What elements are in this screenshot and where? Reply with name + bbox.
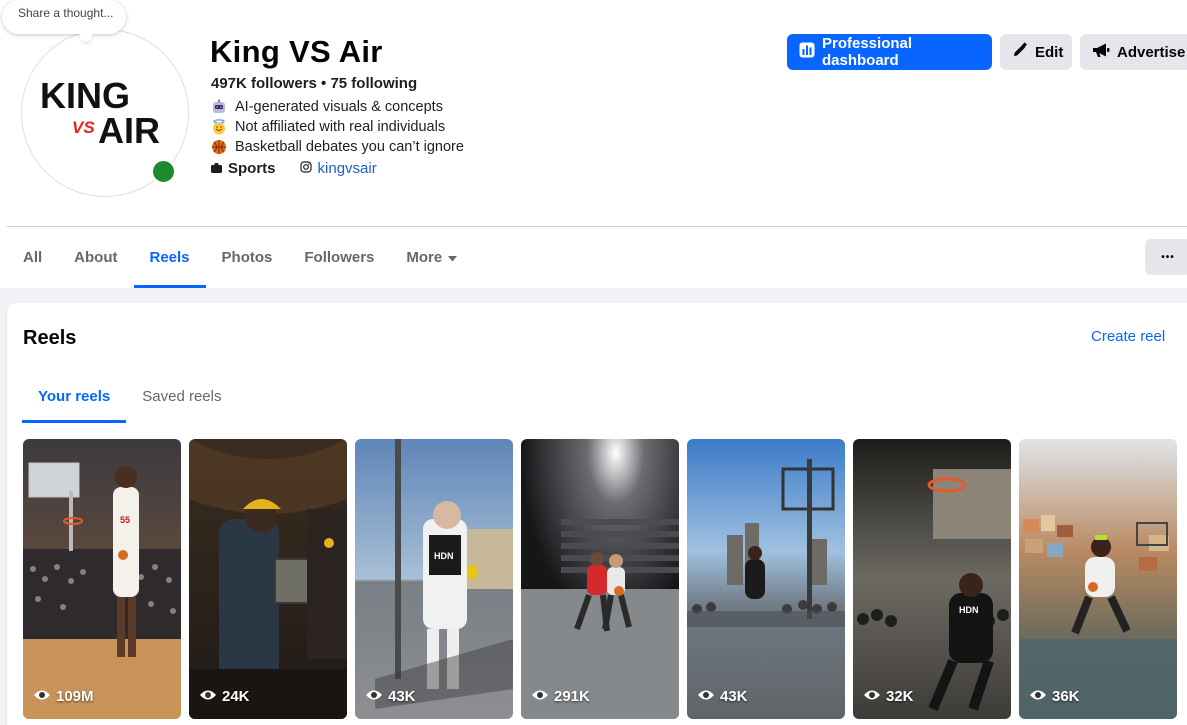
reel-thumbnail[interactable]: 36K: [1019, 439, 1177, 719]
pencil-icon: [1012, 42, 1028, 62]
profile-header: KING VS AIR Share a thought... King VS A…: [0, 0, 1187, 288]
bio-text-ai: AI-generated visuals & concepts: [235, 99, 443, 115]
tab-reels[interactable]: Reels: [133, 227, 206, 288]
tab-all[interactable]: All: [7, 227, 58, 288]
reel-image-hdn-court: HDN: [355, 439, 513, 719]
reel-view-count: 109M: [33, 688, 94, 705]
tab-your-reels[interactable]: Your reels: [22, 369, 127, 423]
reel-thumbnail[interactable]: HDN 43K: [355, 439, 513, 719]
reel-view-count: 24K: [199, 688, 250, 705]
bio-text-affiliation: Not affiliated with real individuals: [235, 119, 446, 135]
edit-button[interactable]: Edit: [1000, 34, 1072, 70]
reel-view-count: 43K: [697, 688, 748, 705]
halo-face-icon: [211, 119, 227, 135]
svg-text:55: 55: [120, 515, 130, 525]
caret-down-icon: [448, 249, 458, 266]
advertise-button[interactable]: Advertise: [1080, 34, 1187, 70]
eye-icon: [863, 688, 881, 705]
reel-image-night-court: [521, 439, 679, 719]
reel-view-count: 43K: [365, 688, 416, 705]
professional-dashboard-label: Professional dashboard: [822, 35, 913, 69]
tab-saved-reels-label: Saved reels: [142, 387, 222, 405]
reel-image-city-dunk: [687, 439, 845, 719]
eye-icon: [1029, 688, 1047, 705]
eye-icon: [697, 688, 715, 705]
tab-followers-label: Followers: [304, 249, 375, 266]
bio-line: AI-generated visuals & concepts: [211, 97, 464, 117]
reel-image-hdn-crowd: HDN: [853, 439, 1011, 719]
ellipsis-icon: •••: [1161, 251, 1175, 263]
reel-views-value: 36K: [1052, 688, 1080, 705]
tab-your-reels-label: Your reels: [38, 387, 111, 405]
online-status-dot: [150, 158, 177, 185]
reel-views-value: 43K: [720, 688, 748, 705]
tab-all-label: All: [23, 249, 43, 266]
reel-thumbnail[interactable]: 55 109M: [23, 439, 181, 719]
professional-dashboard-button[interactable]: Professional dashboard: [787, 34, 992, 70]
more-options-button[interactable]: •••: [1145, 239, 1187, 275]
reels-subtabs: Your reels Saved reels: [22, 369, 237, 423]
page-meta: Sports kingvsair: [211, 160, 377, 177]
follower-stats[interactable]: 497K followers • 75 following: [211, 75, 417, 92]
svg-text:HDN: HDN: [959, 605, 979, 615]
reel-image-mine: [189, 439, 347, 719]
share-thought-text: Share a thought...: [18, 6, 114, 20]
reel-views-value: 109M: [56, 688, 94, 705]
profile-tabs: All About Reels Photos Followers More: [7, 227, 473, 288]
category-icon: [211, 160, 222, 177]
reel-view-count: 291K: [531, 688, 590, 705]
reel-views-value: 24K: [222, 688, 250, 705]
reel-views-value: 43K: [388, 688, 416, 705]
logo-vs: VS: [72, 118, 95, 137]
share-thought-bubble[interactable]: Share a thought...: [2, 0, 126, 34]
page-category: Sports: [228, 160, 276, 177]
reel-thumbnail[interactable]: 291K: [521, 439, 679, 719]
logo-air: AIR: [98, 110, 160, 151]
reels-title: Reels: [23, 327, 77, 349]
reel-image-arena: 55: [23, 439, 181, 719]
edit-label: Edit: [1035, 43, 1064, 61]
create-reel-link[interactable]: Create reel: [1091, 328, 1165, 345]
reel-thumbnail[interactable]: 43K: [687, 439, 845, 719]
tab-reels-label: Reels: [149, 249, 190, 266]
reel-view-count: 32K: [863, 688, 914, 705]
tab-followers[interactable]: Followers: [288, 227, 390, 288]
tab-about[interactable]: About: [58, 227, 133, 288]
reel-views-value: 291K: [554, 688, 590, 705]
page-bio: AI-generated visuals & concepts Not affi…: [211, 97, 464, 157]
instagram-link[interactable]: kingvsair: [318, 160, 377, 177]
bio-line: Not affiliated with real individuals: [211, 117, 464, 137]
eye-icon: [199, 688, 217, 705]
tab-about-label: About: [74, 249, 118, 266]
tab-more-label: More: [406, 249, 443, 266]
reel-image-hillside-court: [1019, 439, 1177, 719]
basketball-icon: [211, 139, 227, 155]
reel-thumbnail[interactable]: 24K: [189, 439, 347, 719]
instagram-icon: [299, 160, 312, 177]
eye-icon: [365, 688, 383, 705]
robot-face-icon: [211, 99, 227, 115]
tab-photos[interactable]: Photos: [206, 227, 289, 288]
tab-saved-reels[interactable]: Saved reels: [126, 369, 237, 423]
dashboard-chart-icon: [799, 42, 815, 62]
reels-grid: 55 109M 24K HDN 43K 291K 43K HDN 32K 36K: [23, 439, 1177, 719]
tab-photos-label: Photos: [221, 249, 273, 266]
reel-thumbnail[interactable]: HDN 32K: [853, 439, 1011, 719]
advertise-label: Advertise: [1117, 43, 1186, 61]
eye-icon: [33, 688, 51, 705]
megaphone-icon: [1092, 42, 1110, 62]
reels-card: Reels Create reel Your reels Saved reels…: [7, 303, 1187, 725]
page-name: King VS Air: [210, 34, 383, 69]
svg-text:HDN: HDN: [434, 551, 454, 561]
reel-view-count: 36K: [1029, 688, 1080, 705]
tab-more[interactable]: More: [390, 227, 473, 288]
reel-views-value: 32K: [886, 688, 914, 705]
eye-icon: [531, 688, 549, 705]
bio-text-debates: Basketball debates you can’t ignore: [235, 139, 464, 155]
bio-line: Basketball debates you can’t ignore: [211, 137, 464, 157]
